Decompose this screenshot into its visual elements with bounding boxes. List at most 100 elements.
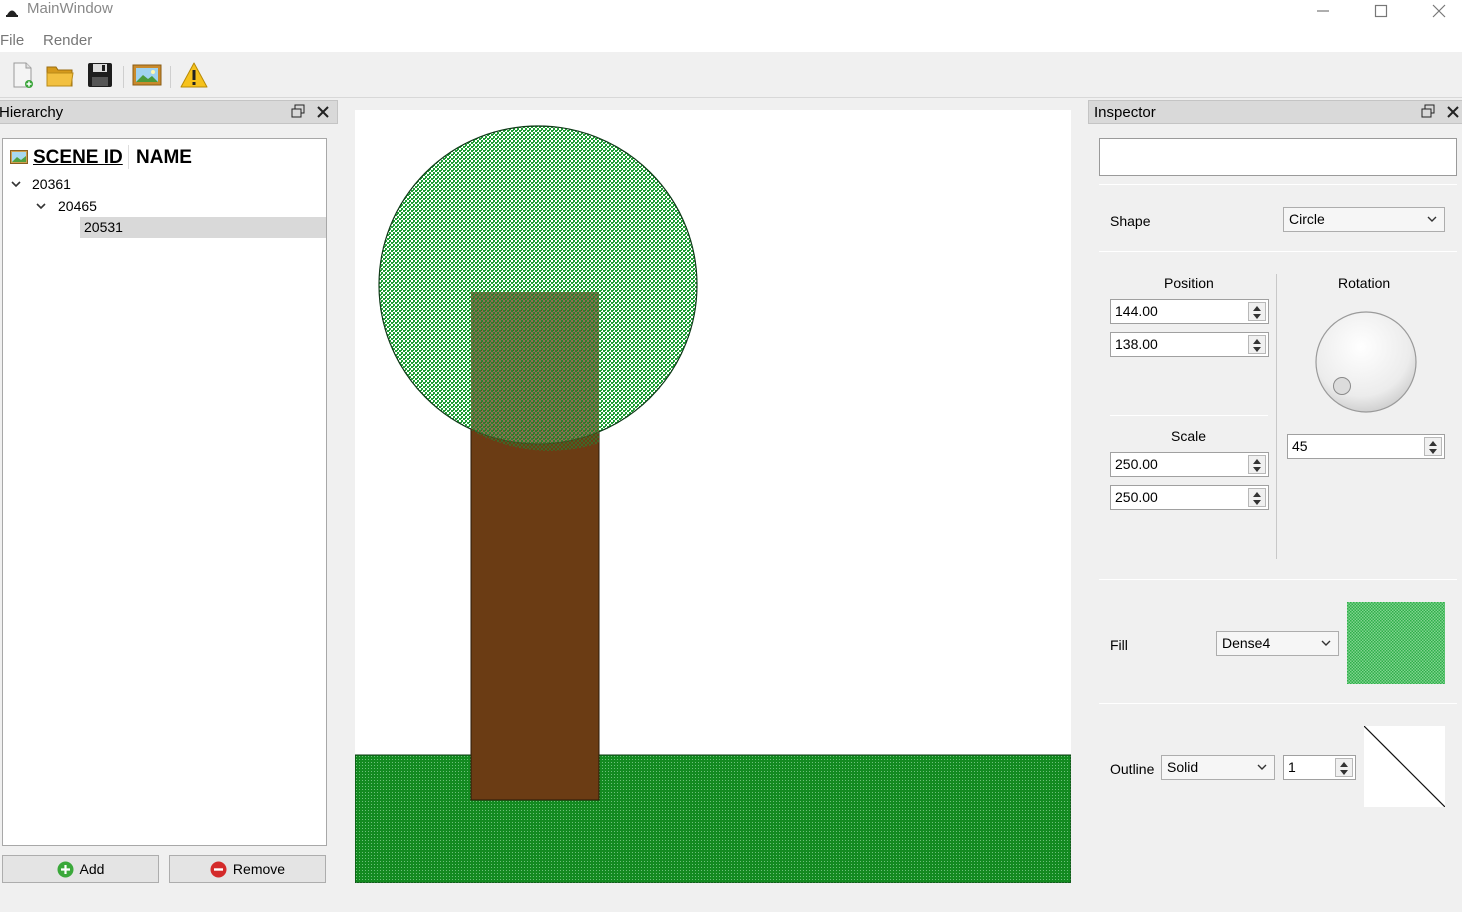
add-icon <box>57 861 74 877</box>
divider <box>1099 703 1457 704</box>
tree-item[interactable]: 20361 <box>32 174 71 195</box>
spin-up-icon <box>1253 339 1261 344</box>
remove-button[interactable]: Remove <box>169 855 326 883</box>
open-folder-icon <box>46 66 74 87</box>
fill-color-swatch[interactable] <box>1347 602 1445 684</box>
spin-down-icon <box>1429 449 1437 454</box>
spin-buttons[interactable] <box>1248 302 1266 321</box>
add-button[interactable]: Add <box>2 855 159 883</box>
outline-color-swatch[interactable] <box>1364 726 1445 807</box>
ground-rect[interactable] <box>354 754 1072 884</box>
hierarchy-title: Hierarchy <box>0 104 64 121</box>
close-window-button[interactable] <box>1410 0 1462 22</box>
spin-up-icon <box>1340 762 1348 767</box>
warning-button[interactable] <box>179 60 209 90</box>
outline-label: Outline <box>1110 761 1155 777</box>
open-button[interactable] <box>45 60 75 90</box>
spin-buttons[interactable] <box>1248 335 1266 354</box>
object-name-input[interactable] <box>1099 138 1457 176</box>
toolbar-separator <box>170 66 171 88</box>
warning-icon <box>180 62 208 88</box>
scene-view[interactable] <box>354 110 1072 884</box>
inspector-title: Inspector <box>1094 104 1156 121</box>
shape-select-value: Circle <box>1289 211 1325 227</box>
rotation-value: 45 <box>1292 438 1308 454</box>
tree-item-selected[interactable]: 20531 <box>84 217 123 238</box>
scene-canvas[interactable] <box>354 110 1072 884</box>
spin-up-icon <box>1253 306 1261 311</box>
fill-label: Fill <box>1110 637 1128 653</box>
scale-x-spinbox[interactable]: 250.00 <box>1110 452 1269 477</box>
shape-select[interactable]: Circle <box>1283 207 1445 232</box>
spin-down-icon <box>1253 347 1261 352</box>
spin-down-icon <box>1253 500 1261 505</box>
fill-pattern-select[interactable]: Dense4 <box>1216 631 1339 656</box>
app-icon <box>6 10 18 17</box>
spin-up-icon <box>1253 492 1261 497</box>
spin-down-icon <box>1253 467 1261 472</box>
save-icon <box>88 63 112 87</box>
tree-item[interactable]: 20465 <box>58 196 97 217</box>
hierarchy-close-button[interactable] <box>317 101 329 122</box>
toolbar <box>0 52 1462 98</box>
divider <box>1110 415 1268 416</box>
chevron-down-icon[interactable] <box>10 178 22 190</box>
spin-up-icon <box>1429 441 1437 446</box>
spin-buttons[interactable] <box>1424 437 1442 456</box>
new-file-button[interactable] <box>7 60 37 90</box>
foliage-trunk-overlap <box>471 292 599 451</box>
chevron-down-icon[interactable] <box>35 200 47 212</box>
spin-buttons[interactable] <box>1248 488 1266 507</box>
shape-label: Shape <box>1110 213 1151 229</box>
column-divider <box>128 145 129 169</box>
outline-style-value: Solid <box>1167 759 1199 775</box>
fill-pattern-value: Dense4 <box>1222 635 1271 651</box>
scale-y-spinbox[interactable]: 250.00 <box>1110 485 1269 510</box>
new-file-icon <box>13 62 33 88</box>
menu-file[interactable]: File <box>0 32 24 50</box>
maximize-button[interactable] <box>1352 0 1410 22</box>
spin-up-icon <box>1253 459 1261 464</box>
divider <box>1099 579 1457 580</box>
hierarchy-dock-header: Hierarchy <box>0 100 338 124</box>
spin-buttons[interactable] <box>1335 758 1353 777</box>
toolbar-separator <box>123 66 124 88</box>
minimize-icon <box>1317 10 1329 12</box>
scale-x-value: 250.00 <box>1115 456 1158 472</box>
position-y-value: 138.00 <box>1115 336 1158 352</box>
outline-width-spinbox[interactable]: 1 <box>1283 755 1356 780</box>
close-icon <box>317 106 329 118</box>
chevron-down-icon <box>1321 640 1331 646</box>
column-header-scene-id[interactable]: SCENE ID <box>33 147 123 169</box>
spin-down-icon <box>1340 770 1348 775</box>
render-image-icon <box>132 64 162 86</box>
divider <box>1099 251 1457 252</box>
dial-handle[interactable] <box>1333 377 1351 395</box>
minimize-button[interactable] <box>1294 0 1352 22</box>
position-y-spinbox[interactable]: 138.00 <box>1110 332 1269 357</box>
menu-render[interactable]: Render <box>43 32 92 50</box>
column-header-name[interactable]: NAME <box>136 147 192 169</box>
float-icon[interactable] <box>291 104 305 118</box>
rotation-label: Rotation <box>1338 275 1391 291</box>
outline-width-value: 1 <box>1288 759 1296 775</box>
add-button-label: Add <box>79 861 105 877</box>
inspector-close-button[interactable] <box>1447 101 1459 122</box>
rotation-spinbox[interactable]: 45 <box>1287 434 1445 459</box>
position-label: Position <box>1164 275 1214 291</box>
outline-style-select[interactable]: Solid <box>1161 755 1275 780</box>
float-icon[interactable] <box>1421 104 1435 118</box>
spin-buttons[interactable] <box>1248 455 1266 474</box>
remove-button-label: Remove <box>232 861 286 877</box>
scene-icon <box>10 150 28 164</box>
vertical-divider <box>1276 274 1277 559</box>
spin-down-icon <box>1253 314 1261 319</box>
render-image-button[interactable] <box>132 60 162 90</box>
maximize-icon <box>1374 4 1388 18</box>
rotation-dial[interactable] <box>1312 308 1420 416</box>
hierarchy-tree[interactable]: SCENE ID NAME 20361 20465 20531 <box>2 138 327 846</box>
save-button[interactable] <box>85 60 115 90</box>
menu-bar: File Render <box>0 30 1462 52</box>
position-x-spinbox[interactable]: 144.00 <box>1110 299 1269 324</box>
scale-label: Scale <box>1171 428 1207 444</box>
